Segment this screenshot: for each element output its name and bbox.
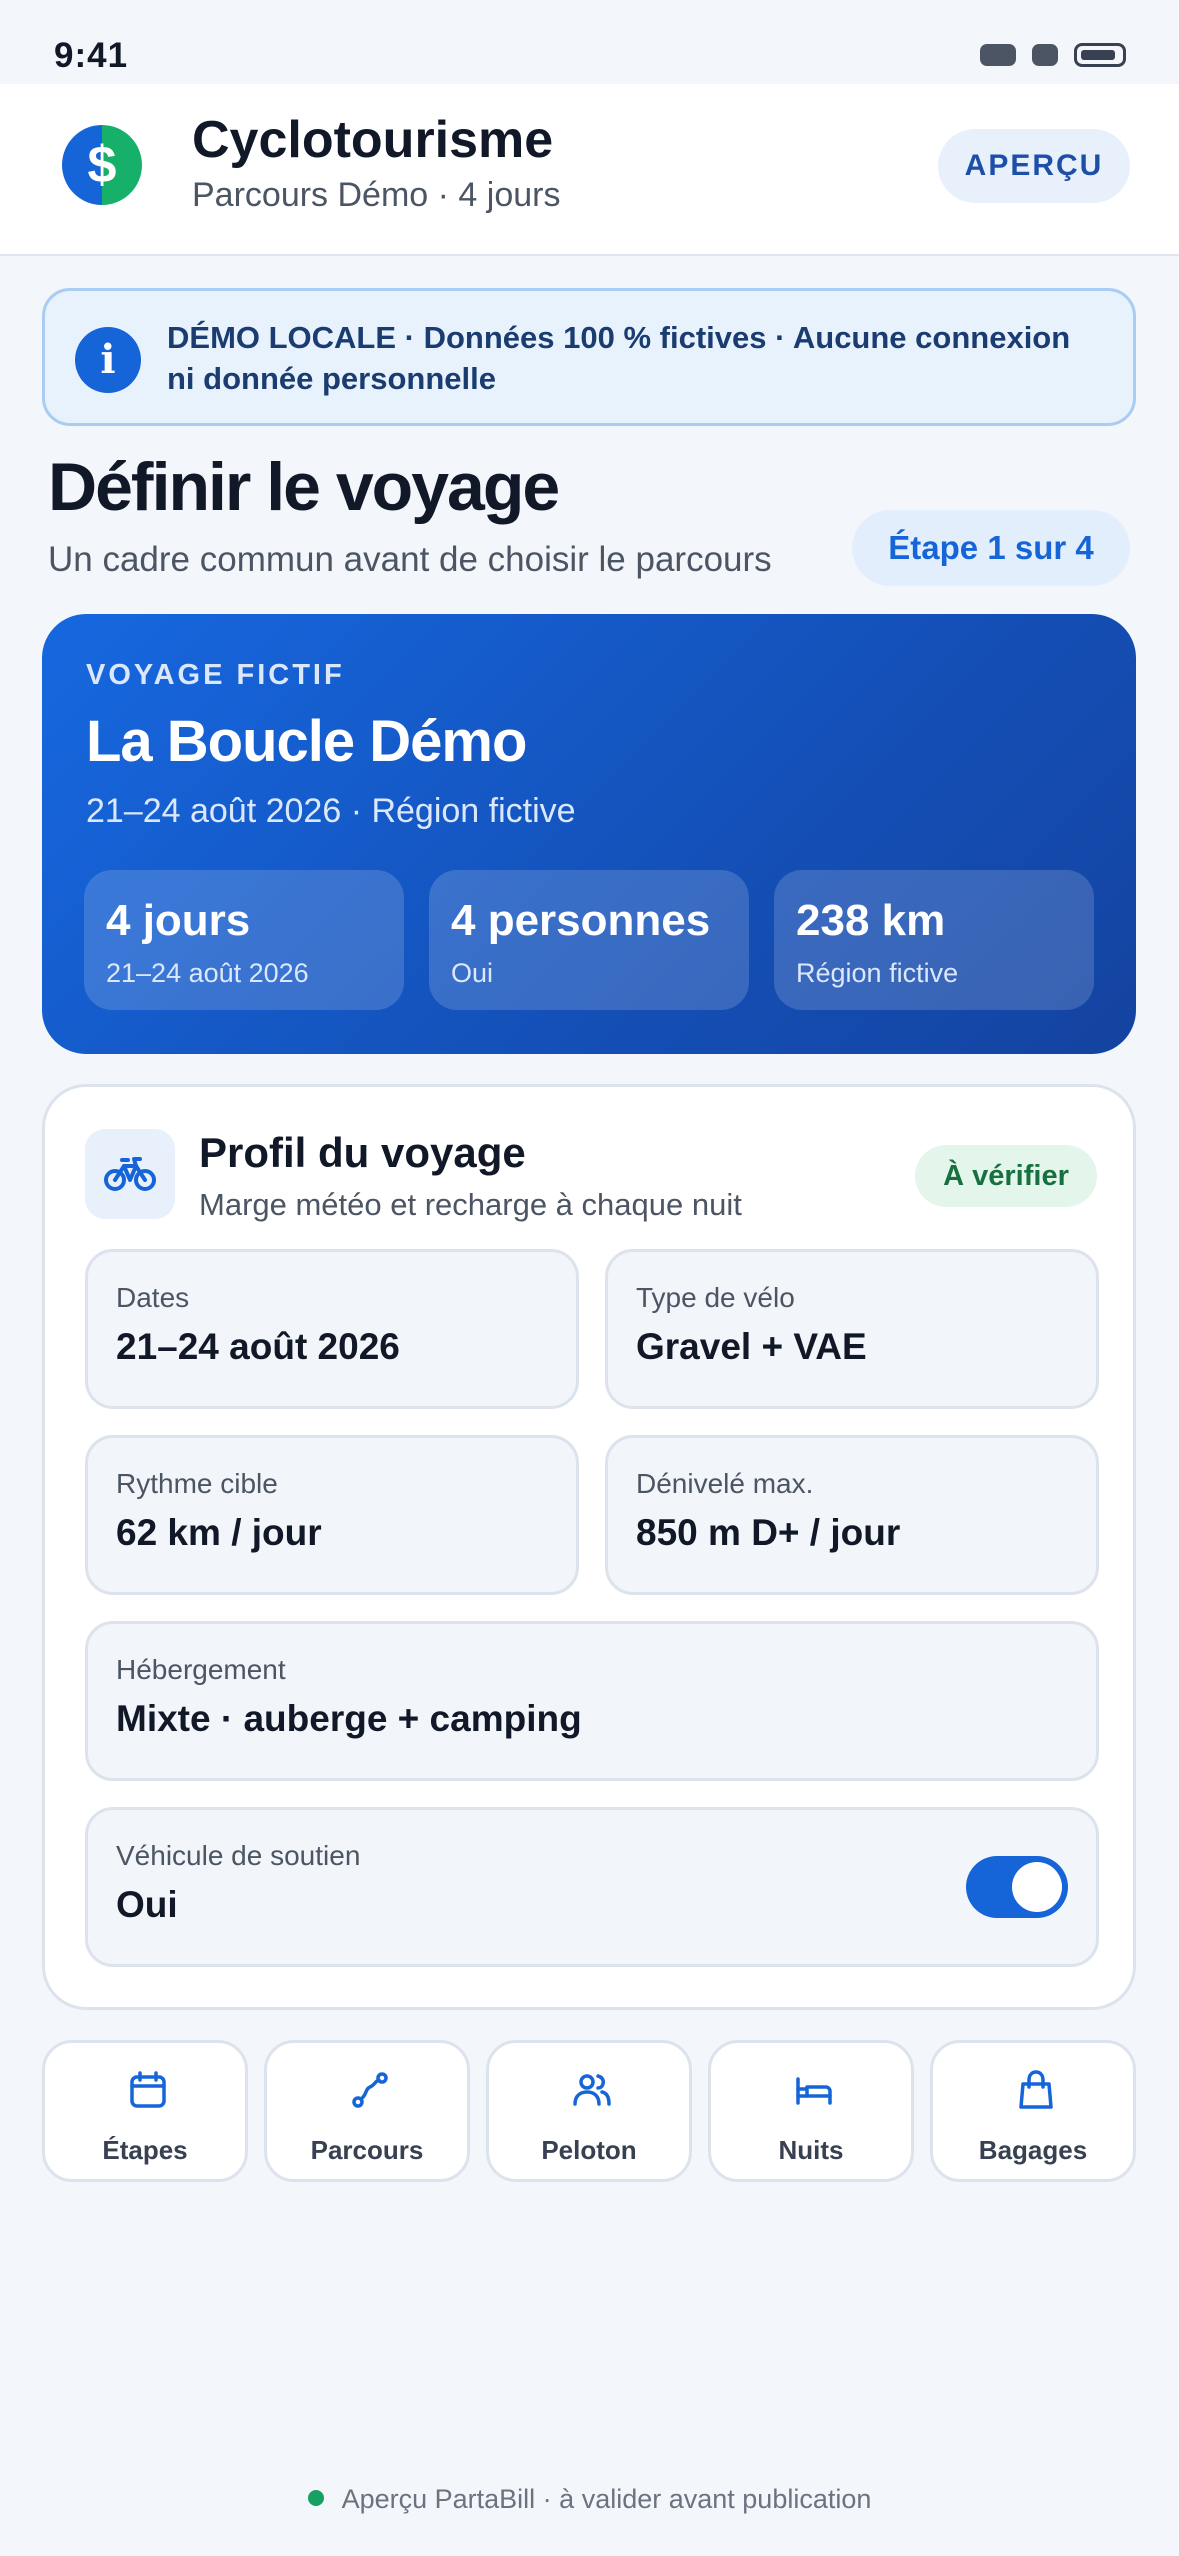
preview-button[interactable]: APERÇU	[938, 129, 1130, 203]
stat-label: Région fictive	[796, 958, 959, 988]
tab-etapes[interactable]: Étapes	[42, 2040, 248, 2182]
people-icon	[573, 2074, 611, 2106]
tab-nuits[interactable]: Nuits	[708, 2040, 914, 2182]
app-subtitle: Parcours Démo · 4 jours	[192, 176, 561, 214]
app-title: Cyclotourisme	[192, 111, 554, 169]
support-vehicle-field: Véhicule de soutien Oui	[85, 1807, 1099, 1967]
tab-label: Nuits	[778, 2135, 844, 2165]
status-time: 9:41	[54, 36, 129, 75]
field-value: Oui	[116, 1884, 178, 1925]
field-label: Véhicule de soutien	[116, 1840, 361, 1871]
field-label: Type de vélo	[636, 1282, 795, 1313]
toggle-knob	[1012, 1862, 1062, 1912]
bike-type-field[interactable]: Type de vélo Gravel + VAE	[605, 1249, 1099, 1409]
field-value: Mixte · auberge + camping	[116, 1698, 582, 1739]
field-value: Gravel + VAE	[636, 1326, 867, 1367]
route-icon	[352, 2072, 388, 2108]
stat-value: 4 jours	[106, 896, 251, 945]
stat-duration: 4 jours 21–24 août 2026	[84, 870, 404, 1010]
step-indicator: Étape 1 sur 4	[852, 510, 1130, 586]
app-header: $ Cyclotourisme Parcours Démo · 4 jours …	[0, 84, 1179, 256]
support-vehicle-toggle[interactable]	[966, 1856, 1068, 1918]
calendar-icon	[130, 2071, 166, 2108]
wifi-icon	[1032, 44, 1058, 66]
field-label: Dates	[116, 1282, 190, 1313]
lodging-field[interactable]: Hébergement Mixte · auberge + camping	[85, 1621, 1099, 1781]
dates-field[interactable]: Dates 21–24 août 2026	[85, 1249, 579, 1409]
stat-distance: 238 km Région fictive	[774, 870, 1094, 1010]
status-bar: 9:41	[0, 0, 1179, 84]
footer: Aperçu PartaBill · à valider avant publi…	[0, 2484, 1179, 2515]
cellular-signal-icon	[980, 44, 1016, 66]
profile-title: Profil du voyage	[199, 1129, 526, 1176]
battery-icon	[1074, 43, 1126, 67]
field-value: 62 km / jour	[116, 1512, 322, 1553]
tab-label: Étapes	[102, 2135, 188, 2165]
tab-label: Parcours	[310, 2135, 424, 2165]
field-label: Rythme cible	[116, 1468, 278, 1499]
tab-bagages[interactable]: Bagages	[930, 2040, 1136, 2182]
trip-title: La Boucle Démo	[86, 709, 527, 774]
status-badge: À vérifier	[915, 1145, 1097, 1207]
stat-label: Oui	[451, 958, 494, 988]
banner-text: DÉMO LOCALE · Données 100 % fictives · A…	[167, 320, 1071, 396]
tab-label: Peloton	[541, 2135, 637, 2165]
page-title: Définir le voyage	[48, 449, 560, 525]
stat-label: 21–24 août 2026	[106, 958, 309, 988]
status-dot-icon	[307, 2490, 324, 2506]
trip-eyebrow: VOYAGE FICTIF	[86, 659, 345, 691]
stat-people: 4 personnes Oui	[429, 870, 749, 1010]
footer-text: Aperçu PartaBill · à valider avant publi…	[341, 2484, 872, 2514]
field-label: Dénivelé max.	[636, 1468, 814, 1499]
pace-field[interactable]: Rythme cible 62 km / jour	[85, 1435, 579, 1595]
profile-subtitle: Marge météo et recharge à chaque nuit	[199, 1187, 742, 1222]
trip-summary-card: VOYAGE FICTIF La Boucle Démo 21–24 août …	[42, 614, 1136, 1054]
trip-profile-card: Profil du voyage Marge météo et recharge…	[42, 1084, 1136, 2010]
tab-peloton[interactable]: Peloton	[486, 2040, 692, 2182]
info-icon: i	[75, 327, 141, 393]
page-subtitle: Un cadre commun avant de choisir le parc…	[48, 540, 772, 579]
trip-subtitle: 21–24 août 2026 · Région fictive	[86, 792, 576, 830]
app-logo-icon: $	[62, 125, 142, 205]
field-value: 21–24 août 2026	[116, 1326, 400, 1367]
demo-banner: i DÉMO LOCALE · Données 100 % fictives ·…	[42, 288, 1136, 426]
bicycle-icon	[85, 1129, 175, 1219]
field-label: Hébergement	[116, 1654, 286, 1685]
tab-parcours[interactable]: Parcours	[264, 2040, 470, 2182]
field-value: 850 m D+ / jour	[636, 1512, 901, 1553]
bed-icon	[796, 2077, 832, 2105]
stat-value: 238 km	[796, 896, 946, 945]
stat-value: 4 personnes	[451, 896, 711, 945]
bag-icon	[1019, 2070, 1053, 2109]
tab-label: Bagages	[978, 2135, 1088, 2165]
elevation-field[interactable]: Dénivelé max. 850 m D+ / jour	[605, 1435, 1099, 1595]
logo-symbol: $	[87, 136, 117, 194]
